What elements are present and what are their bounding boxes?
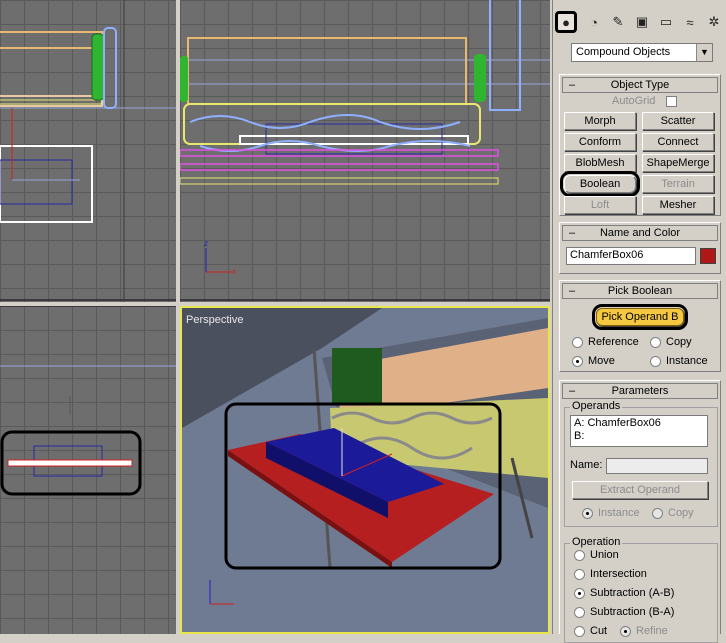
reference-label: Reference	[588, 336, 639, 348]
subtraction-ba-label: Subtraction (B-A)	[590, 606, 675, 618]
autogrid-label: AutoGrid	[612, 95, 656, 107]
helpers-icon[interactable]: ▭	[655, 11, 677, 33]
intersection-label: Intersection	[590, 568, 647, 580]
copy-radio[interactable]	[650, 337, 661, 348]
shapemerge-button[interactable]: ShapeMerge	[642, 154, 714, 172]
rollout-parameters: – Parameters Operands A: ChamferBox06 B:…	[559, 380, 721, 643]
union-label: Union	[590, 549, 619, 561]
perspective-view-drawing	[182, 308, 548, 632]
refine-label: Refine	[636, 625, 668, 637]
subtraction-ab-label: Subtraction (A-B)	[590, 587, 675, 599]
morph-button[interactable]: Morph	[564, 112, 636, 130]
rollout-header[interactable]: – Parameters	[562, 383, 718, 399]
category-dropdown-value: Compound Objects	[576, 46, 671, 58]
object-name-field[interactable]: ChamferBox06	[566, 247, 696, 265]
operand-b[interactable]: B:	[574, 430, 704, 443]
viewport-left[interactable]	[0, 306, 176, 634]
operand-name-field[interactable]	[606, 458, 708, 474]
move-label: Move	[588, 355, 615, 367]
subtraction-ba-radio[interactable]	[574, 607, 585, 618]
operand-a[interactable]: A: ChamferBox06	[574, 417, 704, 430]
union-radio[interactable]	[574, 550, 585, 561]
connect-button[interactable]: Connect	[642, 133, 714, 151]
rollout-title: Parameters	[611, 385, 669, 397]
viewport-front[interactable]: z x	[180, 0, 550, 302]
left-view-drawing	[0, 306, 176, 496]
front-view-drawing: z x	[180, 0, 550, 301]
viewport-label: Perspective	[186, 314, 244, 326]
collapse-icon: –	[569, 285, 576, 297]
conform-button[interactable]: Conform	[564, 133, 636, 151]
pick-operand-b-button[interactable]: Pick Operand B	[592, 304, 688, 330]
svg-text:x: x	[232, 267, 236, 276]
boolean-button[interactable]: Boolean	[560, 171, 640, 197]
subtraction-ab-radio[interactable]	[574, 588, 585, 599]
operation-label: Operation	[570, 536, 623, 548]
rollout-title: Pick Boolean	[607, 285, 673, 297]
loft-button[interactable]: Loft	[564, 196, 636, 214]
rollout-object-type: – Object Type AutoGrid Morph Scatter Con…	[559, 74, 721, 216]
extract-operand-button[interactable]: Extract Operand	[572, 481, 708, 499]
operands-label: Operands	[570, 400, 623, 412]
systems-icon[interactable]: ✲	[703, 11, 725, 33]
scatter-button[interactable]: Scatter	[642, 112, 714, 130]
viewport-top[interactable]	[0, 0, 176, 302]
chevron-down-icon[interactable]: ▼	[696, 44, 712, 61]
object-color-swatch[interactable]	[700, 248, 716, 264]
instance-label: Instance	[666, 355, 708, 367]
extract-instance-radio[interactable]	[582, 508, 593, 519]
copy-label: Copy	[666, 336, 692, 348]
operand-name-label: Name:	[570, 459, 603, 471]
cut-radio[interactable]	[574, 626, 585, 637]
viewport-perspective[interactable]: Perspective	[180, 306, 550, 634]
shapes-icon[interactable]: ◔	[583, 11, 605, 33]
mesher-button[interactable]: Mesher	[642, 196, 714, 214]
top-view-drawing	[0, 0, 176, 302]
rollout-header[interactable]: – Pick Boolean	[562, 283, 718, 299]
blobmesh-button[interactable]: BlobMesh	[564, 154, 636, 172]
terrain-button[interactable]: Terrain	[642, 175, 714, 193]
category-dropdown[interactable]: Compound Objects ▼	[571, 43, 713, 62]
rollout-pick-boolean: – Pick Boolean Pick Operand B Reference …	[559, 280, 721, 372]
extract-copy-radio[interactable]	[652, 508, 663, 519]
lights-icon[interactable]: ✎	[607, 11, 629, 33]
refine-radio[interactable]	[620, 626, 631, 637]
rollout-name-color: – Name and Color ChamferBox06	[559, 222, 721, 274]
spacewarps-icon[interactable]: ≈	[679, 11, 701, 33]
instance-radio[interactable]	[650, 356, 661, 367]
rollout-title: Name and Color	[599, 227, 681, 239]
intersection-radio[interactable]	[574, 569, 585, 580]
autogrid-checkbox[interactable]	[666, 96, 677, 107]
rollout-header[interactable]: – Object Type	[562, 77, 718, 93]
collapse-icon: –	[569, 385, 576, 397]
rollout-header[interactable]: – Name and Color	[562, 225, 718, 241]
command-panel: ● ◔ ✎ ▣ ▭ ≈ ✲ Compound Objects ▼ – Objec…	[552, 0, 726, 643]
collapse-icon: –	[569, 227, 576, 239]
svg-text:z: z	[204, 239, 208, 248]
panel-tabs: ● ◔ ✎ ▣ ▭ ≈ ✲	[553, 8, 726, 38]
cut-label: Cut	[590, 625, 608, 637]
cameras-icon[interactable]: ▣	[631, 11, 653, 33]
collapse-icon: –	[569, 79, 576, 91]
extract-copy-label: Copy	[668, 507, 694, 519]
rollout-title: Object Type	[610, 79, 670, 91]
extract-instance-label: Instance	[598, 507, 640, 519]
reference-radio[interactable]	[572, 337, 583, 348]
operands-list[interactable]: A: ChamferBox06 B:	[570, 415, 708, 447]
geometry-icon[interactable]: ●	[555, 11, 577, 33]
move-radio[interactable]	[572, 356, 583, 367]
